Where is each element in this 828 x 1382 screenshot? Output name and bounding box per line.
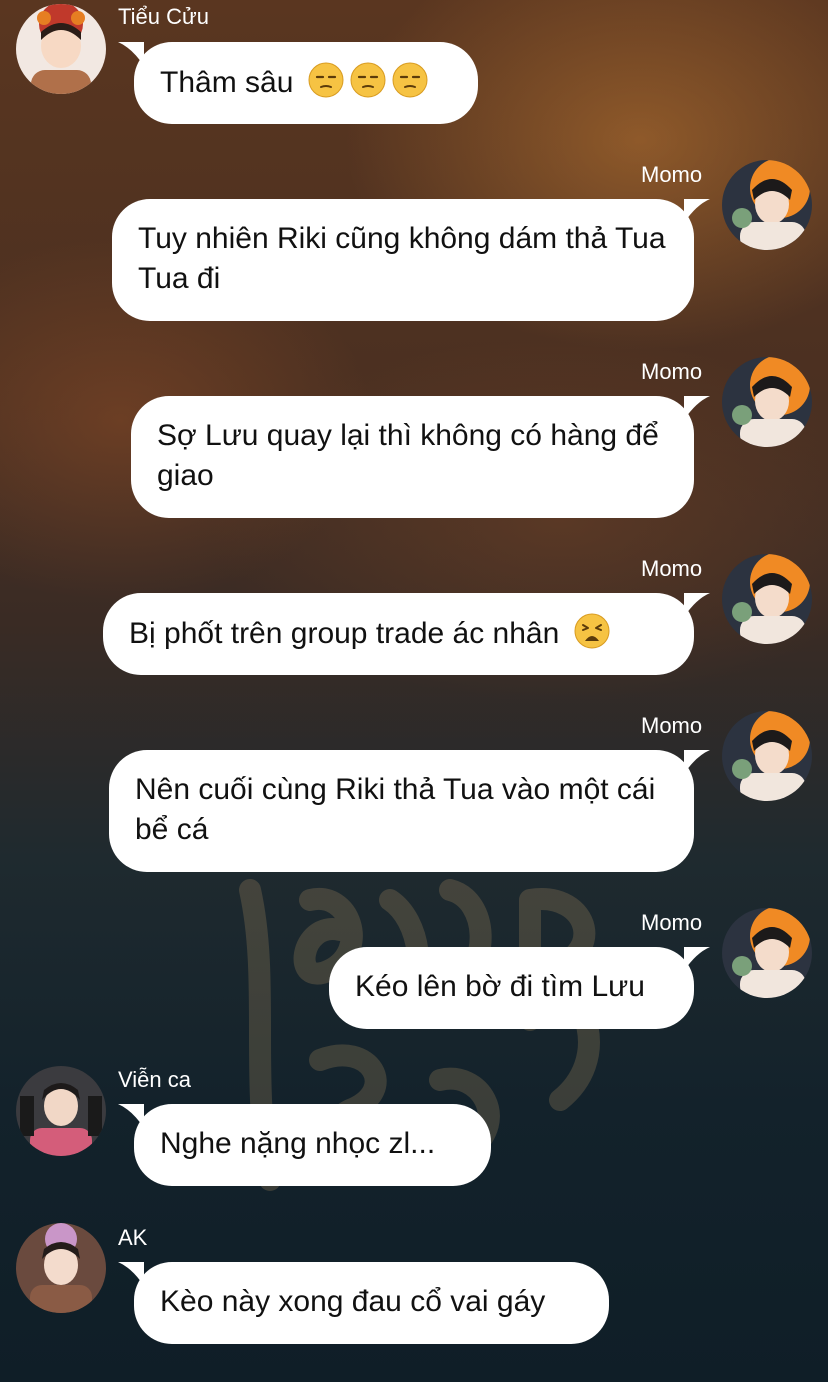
sender-name: Momo	[641, 910, 703, 935]
sender-name: Momo	[641, 713, 703, 738]
avatar-momo[interactable]	[722, 908, 812, 998]
avatar-momo[interactable]	[722, 357, 812, 447]
message-bubble[interactable]: Nghe nặng nhọc zl...	[118, 1104, 491, 1186]
sender-name: Momo	[641, 359, 703, 384]
avatar-momo[interactable]	[722, 554, 812, 644]
message-text: Nghe nặng nhọc zl...	[160, 1127, 436, 1160]
message-bubble[interactable]: Sợ Lưu quay lại thì không có hàng để gia…	[131, 396, 710, 518]
message-text: Bị phốt trên group trade ác nhân	[129, 617, 560, 650]
avatar-tieu-cuu[interactable]	[16, 4, 106, 94]
unamused-face-icon	[308, 62, 344, 98]
sender-name: Momo	[641, 556, 703, 581]
avatar-momo[interactable]	[722, 711, 812, 801]
message-bubble[interactable]: Thâm sâu	[118, 42, 478, 124]
message-text: Tuy nhiên Riki cũng không dám thả Tua Tu…	[138, 222, 666, 295]
message-text: Kéo lên bờ đi tìm Lưu	[355, 970, 645, 1003]
message-text: Thâm sâu	[160, 66, 294, 99]
sender-name: AK	[118, 1225, 148, 1250]
avatar-vien-ca[interactable]	[16, 1066, 106, 1156]
message-bubble[interactable]: Bị phốt trên group trade ác nhân	[103, 593, 710, 675]
weary-face-icon	[574, 613, 610, 649]
message-bubble[interactable]: Nên cuối cùng Riki thả Tua vào một cái b…	[109, 750, 710, 872]
message-bubble[interactable]: Tuy nhiên Riki cũng không dám thả Tua Tu…	[112, 199, 710, 321]
avatar-momo[interactable]	[722, 160, 812, 250]
message-bubble[interactable]: Kéo lên bờ đi tìm Lưu	[329, 947, 710, 1029]
message-text: Nên cuối cùng Riki thả Tua vào một cái b…	[135, 773, 656, 846]
message-text: Kèo này xong đau cổ vai gáy	[160, 1285, 546, 1318]
message-bubble[interactable]: Kèo này xong đau cổ vai gáy	[118, 1262, 609, 1344]
sender-name: Viễn ca	[118, 1067, 191, 1092]
message-text: Sợ Lưu quay lại thì không có hàng để gia…	[157, 419, 659, 492]
unamused-face-icon	[392, 62, 428, 98]
avatar-ak[interactable]	[16, 1223, 106, 1313]
unamused-face-icon	[350, 62, 386, 98]
sender-name: Tiểu Cửu	[118, 4, 209, 29]
sender-name: Momo	[641, 162, 703, 187]
